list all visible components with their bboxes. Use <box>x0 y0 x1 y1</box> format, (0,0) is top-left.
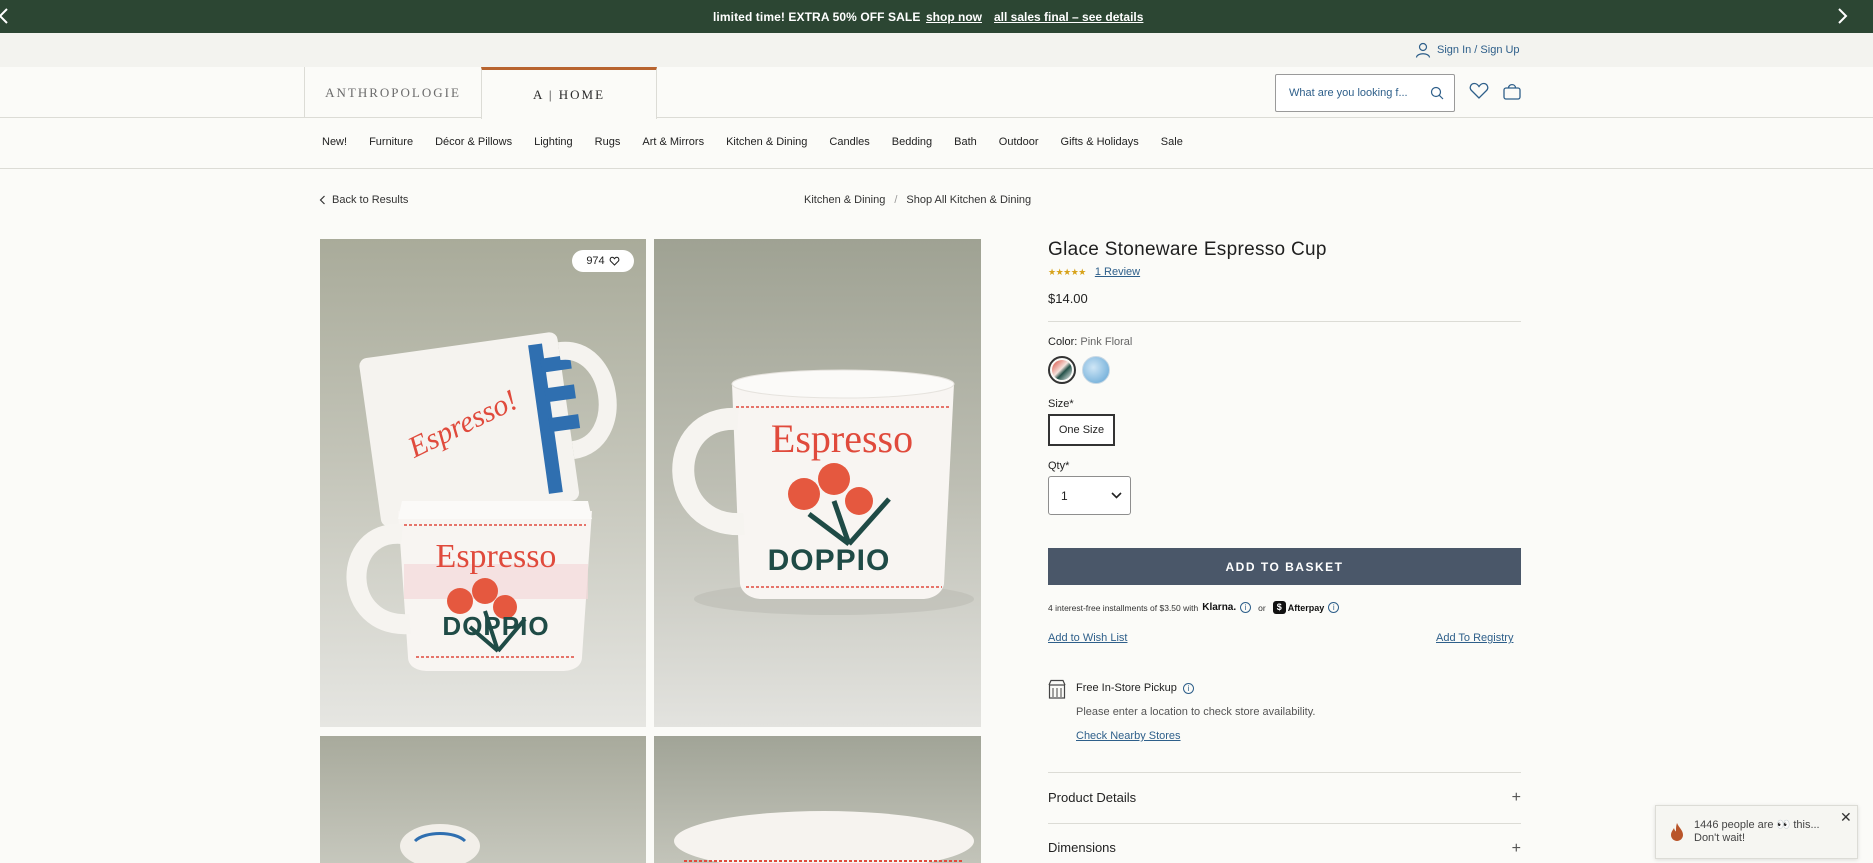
accordion-label: Dimensions <box>1048 840 1116 855</box>
basket-icon[interactable] <box>1501 80 1523 102</box>
add-to-wish-list-link[interactable]: Add to Wish List <box>1048 632 1127 644</box>
flame-icon <box>1671 823 1683 841</box>
check-nearby-stores-link[interactable]: Check Nearby Stores <box>1076 730 1181 742</box>
afterpay-icon: $ <box>1272 601 1286 614</box>
back-to-results[interactable]: Back to Results <box>319 194 408 206</box>
heart-icon <box>609 256 620 266</box>
nav-item-bath[interactable]: Bath <box>954 136 977 148</box>
nav-item-sale[interactable]: Sale <box>1161 136 1183 148</box>
social-proof-toast: 1446 people are 👀 this... Don't wait! ✕ <box>1655 805 1858 859</box>
add-to-basket-button[interactable]: ADD TO BASKET <box>1048 548 1521 585</box>
store-icon <box>1048 679 1066 699</box>
nav-item-decor-pillows[interactable]: Décor & Pillows <box>435 136 512 148</box>
color-label-text: Color: <box>1048 336 1078 348</box>
product-image-4[interactable] <box>654 736 981 863</box>
add-to-registry-link[interactable]: Add To Registry <box>1436 632 1513 644</box>
nav-item-outdoor[interactable]: Outdoor <box>999 136 1039 148</box>
signin-label: Sign In / Sign Up <box>1437 44 1520 56</box>
nav-item-art-mirrors[interactable]: Art & Mirrors <box>642 136 704 148</box>
size-one-size-button[interactable]: One Size <box>1048 414 1115 446</box>
klarna-logo: Klarna. <box>1202 602 1237 613</box>
nav-item-bedding[interactable]: Bedding <box>892 136 932 148</box>
breadcrumb-separator: / <box>894 194 898 206</box>
utility-bar: Sign In / Sign Up <box>0 33 1873 67</box>
plus-icon: + <box>1511 840 1521 857</box>
user-icon <box>1415 42 1431 58</box>
mug-thumbnail-3 <box>400 824 480 863</box>
nav-item-furniture[interactable]: Furniture <box>369 136 413 148</box>
category-nav: New! Furniture Décor & Pillows Lighting … <box>0 118 1873 169</box>
size-label: Size* <box>1048 398 1074 410</box>
color-label: Color: Pink Floral <box>1048 336 1132 348</box>
nav-item-gifts-holidays[interactable]: Gifts & Holidays <box>1061 136 1139 148</box>
star-rating-icon: ★★★★★ <box>1048 266 1086 277</box>
nav-item-lighting[interactable]: Lighting <box>534 136 573 148</box>
info-icon[interactable]: i <box>1182 682 1194 694</box>
single-mug-image: Espresso DOPPIO <box>672 369 974 615</box>
swatch-blue[interactable] <box>1082 356 1110 384</box>
product-price: $14.00 <box>1048 291 1088 306</box>
breadcrumb: Kitchen & Dining / Shop All Kitchen & Di… <box>804 194 1031 206</box>
plus-icon: + <box>1511 788 1521 806</box>
back-label: Back to Results <box>332 194 409 206</box>
toast-text: 1446 people are 👀 this... Don't wait! <box>1694 819 1820 844</box>
chevron-right-icon[interactable] <box>1832 6 1852 26</box>
pickup-title: Free In-Store Pickup i <box>1076 682 1194 694</box>
mug-thumbnail-4 <box>674 811 974 863</box>
promo-shop-link[interactable]: shop now <box>926 10 982 24</box>
stacked-mugs-image: Espresso! Espresso DOPPIO <box>346 332 617 671</box>
breadcrumb-shop-all[interactable]: Shop All Kitchen & Dining <box>906 194 1031 206</box>
installments-or: or <box>1258 602 1266 613</box>
pickup-description: Please enter a location to check store a… <box>1076 706 1316 718</box>
accordion-label: Product Details <box>1048 790 1137 805</box>
qty-value: 1 <box>1061 488 1068 503</box>
mug-front-text: Espresso <box>436 538 557 575</box>
chevron-down-icon <box>1111 492 1122 499</box>
likes-badge[interactable]: 974 <box>572 250 634 272</box>
afterpay-logo: $ Afterpay <box>1272 601 1325 614</box>
nav-item-new[interactable]: New! <box>322 136 347 148</box>
accordion-product-details[interactable]: Product Details + <box>1048 772 1521 822</box>
chevron-left-icon[interactable] <box>0 6 14 26</box>
installments-info: 4 interest-free installments of $3.50 wi… <box>1048 601 1340 614</box>
color-value: Pink Floral <box>1080 336 1133 348</box>
site-header: ANTHROPOLOGIE A | HOME <box>0 67 1873 119</box>
product-rating: ★★★★★ 1 Review <box>1048 266 1140 278</box>
qty-label: Qty* <box>1048 460 1070 472</box>
search-icon[interactable] <box>1430 86 1444 100</box>
signin-link[interactable]: Sign In / Sign Up <box>1415 42 1520 58</box>
product-title: Glace Stoneware Espresso Cup <box>1048 239 1327 260</box>
close-icon[interactable]: ✕ <box>1840 809 1852 826</box>
search-input[interactable] <box>1289 87 1417 99</box>
qty-select[interactable]: 1 <box>1048 476 1131 515</box>
mug2-front-text: Espresso <box>771 416 913 461</box>
search-box <box>1275 74 1455 112</box>
product-image-3[interactable] <box>320 736 646 863</box>
brand-a-home[interactable]: A | HOME <box>481 67 657 119</box>
mug-front-word: DOPPIO <box>442 611 549 641</box>
pickup-title-text: Free In-Store Pickup <box>1076 682 1177 694</box>
swatch-pink-floral[interactable] <box>1048 356 1076 384</box>
afterpay-label: Afterpay <box>1287 602 1325 613</box>
promo-bar: limited time! EXTRA 50% OFF SALE shop no… <box>0 0 1873 33</box>
chevron-left-icon <box>319 195 325 205</box>
info-icon[interactable]: i <box>1328 602 1340 613</box>
installments-text: 4 interest-free installments of $3.50 wi… <box>1048 602 1199 613</box>
nav-item-candles[interactable]: Candles <box>829 136 869 148</box>
nav-item-rugs[interactable]: Rugs <box>595 136 621 148</box>
mug2-front-word: DOPPIO <box>768 544 891 577</box>
likes-count: 974 <box>586 255 605 267</box>
product-image-2[interactable]: Espresso DOPPIO <box>654 239 981 727</box>
promo-details-link[interactable]: all sales final – see details <box>994 10 1143 24</box>
product-image-1[interactable]: Espresso! Espresso DOPPIO <box>320 239 646 727</box>
brand-anthropologie[interactable]: ANTHROPOLOGIE <box>304 67 481 118</box>
promo-message: limited time! EXTRA 50% OFF SALE <box>713 10 921 24</box>
info-icon[interactable]: i <box>1240 602 1252 613</box>
reviews-link[interactable]: 1 Review <box>1095 266 1140 278</box>
accordion-dimensions[interactable]: Dimensions + <box>1048 823 1521 863</box>
heart-icon[interactable] <box>1468 80 1490 102</box>
breadcrumb-kitchen-dining[interactable]: Kitchen & Dining <box>804 194 885 206</box>
divider <box>1048 321 1521 322</box>
nav-item-kitchen-dining[interactable]: Kitchen & Dining <box>726 136 807 148</box>
